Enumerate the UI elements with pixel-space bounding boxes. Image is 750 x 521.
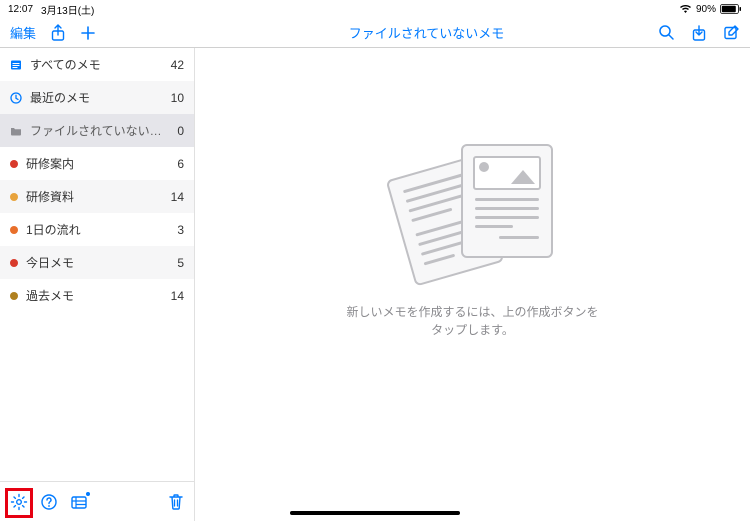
color-dot-icon (10, 259, 18, 267)
battery-icon (720, 4, 742, 14)
home-indicator[interactable] (290, 511, 460, 515)
sidebar-item-count: 3 (177, 223, 184, 237)
gear-icon[interactable] (10, 493, 28, 511)
clock-icon (10, 92, 22, 104)
color-dot-icon (10, 292, 18, 300)
status-bar: 12:07 3月13日(土) 90% (0, 0, 750, 18)
share-icon[interactable] (50, 24, 66, 42)
all-notes-icon (10, 59, 22, 71)
edit-button[interactable]: 編集 (10, 23, 36, 42)
empty-state-illustration (383, 140, 563, 285)
sidebar-item-all-notes[interactable]: すべてのメモ 42 (0, 48, 194, 81)
help-icon[interactable] (40, 493, 58, 511)
sidebar-item-count: 42 (171, 58, 184, 72)
battery-percent: 90% (696, 4, 716, 15)
sidebar-item-count: 14 (171, 190, 184, 204)
sidebar-item-label: 1日の流れ (26, 221, 169, 238)
wifi-icon (679, 4, 692, 14)
page-title: ファイルされていないメモ (195, 23, 658, 42)
sidebar-bottom-toolbar (0, 481, 194, 521)
color-dot-icon (10, 226, 18, 234)
sidebar: すべてのメモ 42 最近のメモ 10 ファイルされていないメモ 0 研修案内 (0, 48, 195, 521)
sidebar-item-count: 14 (171, 289, 184, 303)
sidebar-item-folder[interactable]: 今日メモ 5 (0, 246, 194, 279)
sidebar-item-folder[interactable]: 過去メモ 14 (0, 279, 194, 312)
color-dot-icon (10, 193, 18, 201)
sidebar-item-folder[interactable]: 研修案内 6 (0, 147, 194, 180)
sidebar-item-count: 0 (177, 124, 184, 138)
organizer-icon[interactable] (70, 493, 88, 511)
sidebar-item-label: 研修資料 (26, 188, 163, 205)
sidebar-item-folder[interactable]: 研修資料 14 (0, 180, 194, 213)
folder-icon (10, 125, 22, 137)
empty-state-text: 新しいメモを作成するには、上の作成ボタンをタップします。 (343, 303, 603, 339)
sidebar-item-label: 今日メモ (26, 254, 169, 271)
sidebar-item-recent[interactable]: 最近のメモ 10 (0, 81, 194, 114)
sidebar-item-count: 5 (177, 256, 184, 270)
trash-icon[interactable] (168, 493, 184, 511)
sidebar-list: すべてのメモ 42 最近のメモ 10 ファイルされていないメモ 0 研修案内 (0, 48, 194, 481)
status-date: 3月13日(土) (41, 2, 94, 17)
sidebar-item-folder[interactable]: 1日の流れ 3 (0, 213, 194, 246)
compose-icon[interactable] (723, 24, 740, 41)
sidebar-item-label: 過去メモ (26, 287, 163, 304)
color-dot-icon (10, 160, 18, 168)
sidebar-item-label: 最近のメモ (30, 89, 163, 106)
sidebar-item-count: 10 (171, 91, 184, 105)
sidebar-item-label: 研修案内 (26, 155, 169, 172)
sidebar-item-count: 6 (177, 157, 184, 171)
plus-icon[interactable] (80, 25, 96, 41)
sidebar-item-label: ファイルされていないメモ (30, 122, 169, 139)
status-time: 12:07 (8, 4, 33, 15)
download-icon[interactable] (691, 24, 707, 42)
search-icon[interactable] (658, 24, 675, 41)
sidebar-item-unfiled[interactable]: ファイルされていないメモ 0 (0, 114, 194, 147)
sidebar-item-label: すべてのメモ (30, 56, 163, 73)
content-area: 新しいメモを作成するには、上の作成ボタンをタップします。 (195, 48, 750, 521)
top-toolbar: 編集 ファイルされていないメモ (0, 18, 750, 48)
badge-dot-icon (85, 491, 91, 497)
